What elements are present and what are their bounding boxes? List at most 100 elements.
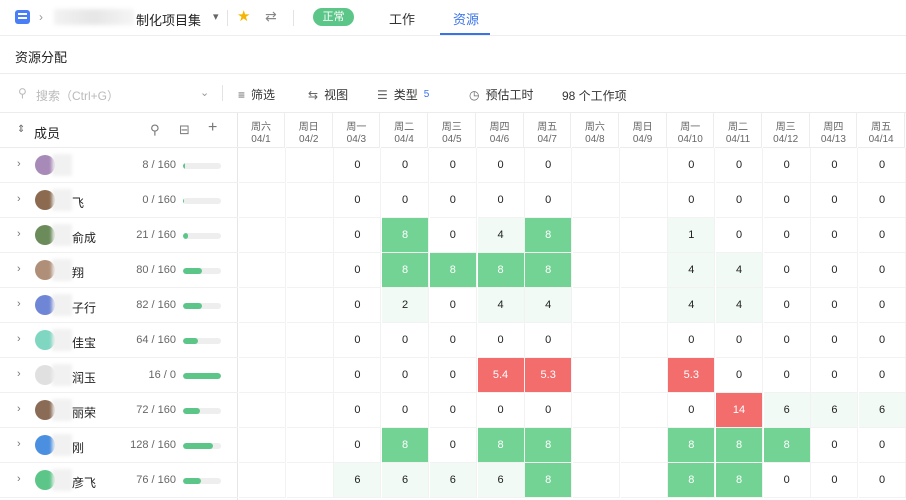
hours-cell[interactable]: 0 [763, 358, 811, 393]
hours-cell[interactable]: 1 [668, 218, 716, 253]
hours-cell[interactable]: 0 [811, 288, 859, 323]
hours-cell[interactable]: 0 [668, 393, 716, 428]
hours-cell[interactable]: 0 [811, 323, 859, 358]
hours-cell[interactable]: 0 [429, 393, 477, 428]
hours-cell[interactable]: 4 [525, 288, 573, 323]
search-icon[interactable]: ⚲ [150, 122, 160, 138]
hours-cell[interactable]: 0 [859, 358, 906, 393]
sort-icon[interactable]: ⇕ [17, 124, 25, 135]
hours-cell[interactable]: 0 [859, 288, 906, 323]
hours-cell[interactable]: 0 [382, 393, 430, 428]
hours-cell[interactable]: 0 [811, 148, 859, 183]
hours-cell[interactable]: 0 [716, 358, 763, 393]
hours-cell[interactable] [572, 253, 620, 288]
status-badge[interactable]: 正常 [313, 8, 354, 26]
search-input[interactable]: 搜索（Ctrl+G） [36, 87, 119, 104]
hours-cell[interactable]: 0 [763, 183, 811, 218]
view-button[interactable]: ⇆ 视图 [308, 86, 348, 103]
estimate-button[interactable]: ◷ 预估工时 [469, 86, 534, 103]
member-row[interactable]: › 俞成 21 / 160 [0, 218, 238, 253]
hours-cell[interactable]: 4 [716, 288, 763, 323]
hours-cell[interactable]: 8 [382, 253, 430, 288]
hours-cell[interactable]: 8 [525, 218, 573, 253]
hours-cell[interactable] [572, 218, 620, 253]
hours-cell[interactable]: 0 [716, 183, 763, 218]
hours-cell[interactable]: 0 [334, 183, 382, 218]
chevron-right-icon[interactable]: › [17, 193, 21, 205]
hours-cell[interactable] [572, 288, 620, 323]
chevron-right-icon[interactable]: › [17, 263, 21, 275]
hours-cell[interactable]: 0 [382, 323, 430, 358]
hours-cell[interactable] [286, 323, 334, 358]
hours-cell[interactable]: 6 [382, 463, 430, 498]
hours-cell[interactable] [239, 218, 286, 253]
star-icon[interactable]: ★ [237, 7, 250, 25]
hours-cell[interactable]: 6 [477, 463, 525, 498]
hours-cell[interactable]: 6 [763, 393, 811, 428]
hours-cell[interactable]: 8 [477, 253, 525, 288]
hours-cell[interactable]: 0 [811, 218, 859, 253]
hours-cell[interactable]: 0 [477, 148, 525, 183]
hours-cell[interactable]: 8 [668, 463, 716, 498]
hours-cell[interactable]: 0 [334, 288, 382, 323]
chevron-right-icon[interactable]: › [17, 158, 21, 170]
hours-cell[interactable]: 0 [334, 323, 382, 358]
hours-cell[interactable]: 0 [477, 183, 525, 218]
hours-cell[interactable] [620, 393, 668, 428]
hours-cell[interactable]: 14 [716, 393, 763, 428]
hours-cell[interactable]: 8 [477, 428, 525, 463]
hours-cell[interactable]: 0 [763, 253, 811, 288]
hours-cell[interactable] [620, 148, 668, 183]
chevron-right-icon[interactable]: › [17, 368, 21, 380]
hours-cell[interactable]: 0 [429, 218, 477, 253]
hours-cell[interactable]: 8 [525, 463, 573, 498]
hours-cell[interactable]: 0 [429, 288, 477, 323]
hours-cell[interactable]: 0 [859, 148, 906, 183]
hours-cell[interactable]: 8 [429, 253, 477, 288]
hours-cell[interactable] [572, 393, 620, 428]
hours-cell[interactable]: 0 [859, 253, 906, 288]
hours-cell[interactable] [620, 323, 668, 358]
filter-button[interactable]: ≡ 筛选 [238, 86, 275, 103]
hours-cell[interactable] [286, 393, 334, 428]
hours-cell[interactable] [286, 253, 334, 288]
hours-cell[interactable]: 0 [859, 428, 906, 463]
type-button[interactable]: ☰ 类型 5 [377, 86, 429, 103]
member-row[interactable]: › 丽荣 72 / 160 [0, 393, 238, 428]
hours-cell[interactable] [620, 288, 668, 323]
hours-cell[interactable]: 0 [429, 428, 477, 463]
hours-cell[interactable] [620, 463, 668, 498]
hours-cell[interactable]: 0 [763, 463, 811, 498]
hours-cell[interactable]: 0 [859, 323, 906, 358]
hours-cell[interactable]: 8 [382, 218, 430, 253]
hours-cell[interactable] [239, 183, 286, 218]
hours-cell[interactable]: 4 [668, 288, 716, 323]
hours-cell[interactable]: 8 [525, 253, 573, 288]
app-icon[interactable] [15, 10, 30, 24]
hours-cell[interactable] [286, 183, 334, 218]
member-row[interactable]: › 润玉 16 / 0 [0, 358, 238, 393]
hours-cell[interactable] [286, 358, 334, 393]
member-row[interactable]: › 彦飞 76 / 160 [0, 463, 238, 498]
hours-cell[interactable] [239, 428, 286, 463]
tab-resources[interactable]: 资源 [453, 9, 479, 28]
hours-cell[interactable]: 0 [525, 323, 573, 358]
member-row[interactable]: › 佳宝 64 / 160 [0, 323, 238, 358]
hours-cell[interactable]: 0 [334, 253, 382, 288]
hours-cell[interactable]: 0 [716, 218, 763, 253]
chevron-right-icon[interactable]: › [17, 333, 21, 345]
hours-cell[interactable]: 0 [334, 428, 382, 463]
project-title[interactable]: 制化项目集 [136, 10, 201, 29]
hours-cell[interactable]: 6 [859, 393, 906, 428]
hours-cell[interactable]: 0 [859, 218, 906, 253]
hours-cell[interactable]: 0 [525, 183, 573, 218]
hours-cell[interactable]: 0 [382, 148, 430, 183]
chevron-right-icon[interactable]: › [17, 228, 21, 240]
hours-cell[interactable] [620, 428, 668, 463]
hours-cell[interactable]: 0 [382, 183, 430, 218]
hours-cell[interactable]: 0 [334, 393, 382, 428]
hours-cell[interactable]: 0 [811, 463, 859, 498]
hours-cell[interactable] [572, 358, 620, 393]
member-row[interactable]: › 子行 82 / 160 [0, 288, 238, 323]
hours-cell[interactable] [572, 323, 620, 358]
